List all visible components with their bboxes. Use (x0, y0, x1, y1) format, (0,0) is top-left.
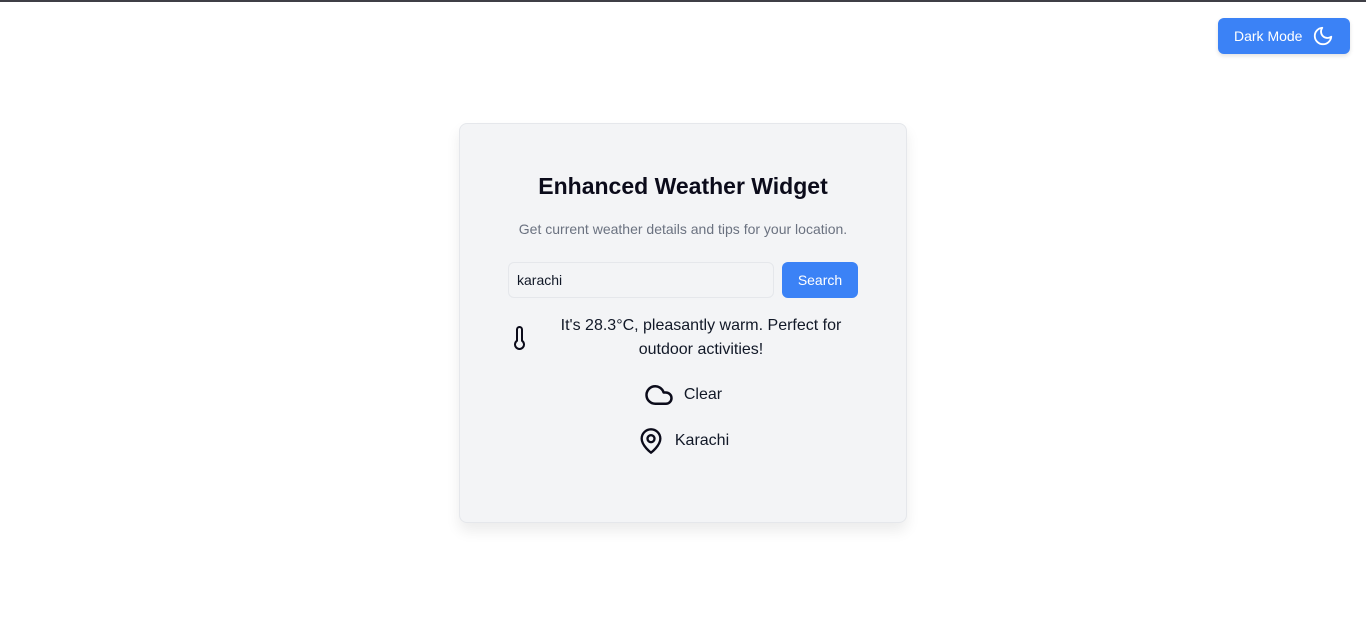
weather-widget-card: Enhanced Weather Widget Get current weat… (459, 123, 907, 523)
city-search-input[interactable] (508, 262, 774, 298)
top-border (0, 0, 1366, 2)
moon-icon (1312, 25, 1334, 47)
widget-subtitle: Get current weather details and tips for… (518, 221, 848, 237)
widget-title: Enhanced Weather Widget (538, 173, 828, 199)
weather-condition-label: Clear (683, 386, 723, 403)
thermometer-icon (508, 326, 532, 350)
search-button[interactable]: Search (782, 262, 858, 298)
weather-location: Karachi (460, 426, 906, 456)
dark-mode-button[interactable]: Dark Mode (1218, 18, 1350, 54)
weather-location-label: Karachi (674, 432, 730, 449)
weather-condition: Clear (460, 380, 906, 410)
weather-tip-text: It's 28.3°C, pleasantly warm. Perfect fo… (560, 317, 842, 358)
dark-mode-label: Dark Mode (1234, 28, 1303, 44)
weather-tip: It's 28.3°C, pleasantly warm. Perfect fo… (508, 314, 858, 362)
cloud-icon (644, 380, 674, 410)
map-pin-icon (637, 426, 665, 456)
